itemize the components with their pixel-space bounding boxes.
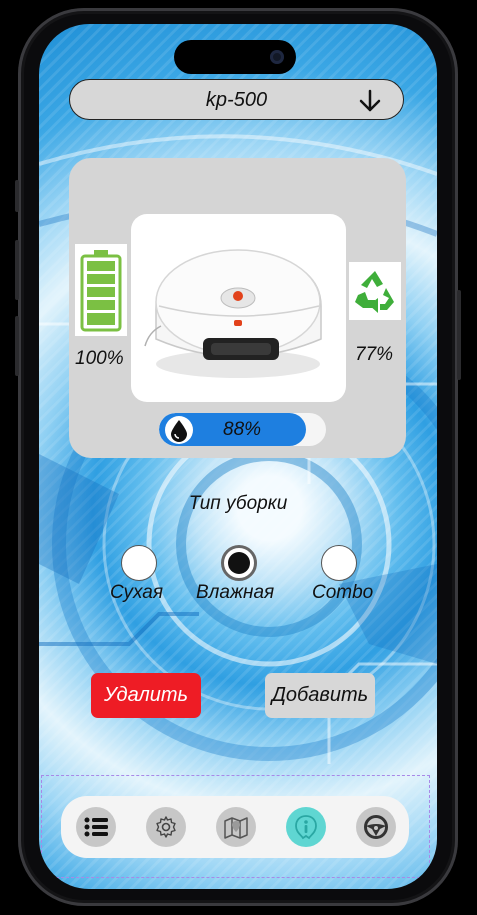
nav-map-button[interactable] [216,807,256,847]
dynamic-island [174,40,296,74]
delete-button[interactable]: Удалить [91,673,201,718]
nav-list-button[interactable] [76,807,116,847]
map-icon [224,817,248,839]
nav-settings-button[interactable] [146,807,186,847]
waste-bin-indicator [349,262,401,320]
model-select[interactable]: kp-500 [69,79,404,120]
battery-icon [80,250,122,332]
volume-up-button [15,240,19,300]
app-screen: kp-500 100% 77% 88% Тип уборки Сухая Вла… [39,24,437,889]
waste-bin-percent: 77% [355,344,394,365]
mode-dry-label[interactable]: Сухая [110,582,163,604]
recycle-icon [355,271,394,313]
water-level-bar: 88% [159,413,326,446]
battery-indicator [75,244,127,336]
model-select-value: kp-500 [205,89,268,111]
mute-switch [15,180,19,212]
volume-down-button [15,316,19,376]
steering-wheel-icon [364,815,388,839]
mode-dry-radio[interactable] [121,545,157,581]
battery-percent: 100% [75,348,124,369]
mode-wet-label[interactable]: Влажная [196,582,274,604]
gear-icon [156,816,176,838]
bottom-nav [61,796,409,858]
cleaning-type-title: Тип уборки [188,493,288,514]
power-button [457,290,461,380]
mode-wet-radio[interactable] [221,545,257,581]
info-icon [295,815,317,840]
robot-status-card: 100% 77% 88% [69,158,406,458]
nav-drive-button[interactable] [356,807,396,847]
list-icon [84,817,108,837]
arrow-down-icon [359,89,381,112]
add-button[interactable]: Добавить [265,673,375,718]
camera-icon [270,50,284,64]
mode-combo-label[interactable]: Combo [312,582,373,604]
robot-vacuum-image [131,214,346,402]
water-drop-icon [165,416,193,444]
mode-combo-radio[interactable] [321,545,357,581]
nav-info-button[interactable] [286,807,326,847]
water-level-percent: 88% [223,419,262,440]
